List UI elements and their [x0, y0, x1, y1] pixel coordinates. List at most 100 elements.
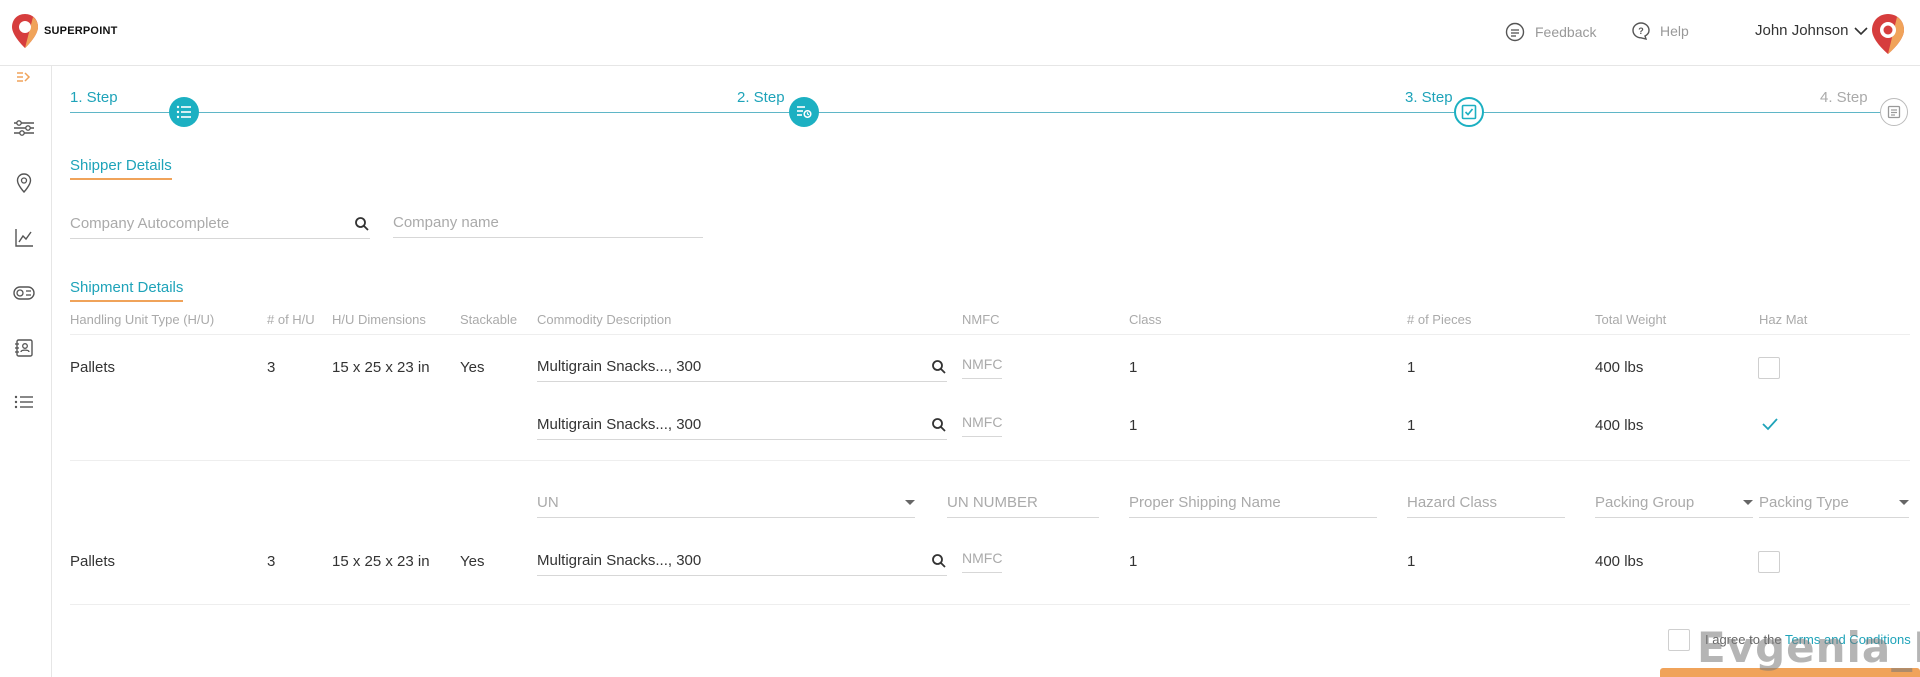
row3-hu-dimensions: 15 x 25 x 23 in: [332, 553, 430, 570]
step-4-label[interactable]: 4. Step: [1820, 89, 1868, 106]
row3-class: 1: [1129, 553, 1138, 570]
step-1-node[interactable]: [169, 97, 199, 127]
brand-name: SUPERPOINT: [44, 25, 118, 37]
row2-weight: 400 lbs: [1595, 417, 1644, 434]
truck-list-icon: [797, 106, 812, 119]
column-header-hu-type: Handling Unit Type (H/U): [70, 312, 215, 327]
document-icon: [1887, 105, 1901, 119]
ticket-icon[interactable]: [13, 282, 35, 304]
dropdown-arrow-icon: [1899, 500, 1909, 505]
company-autocomplete-input[interactable]: Company Autocomplete: [70, 209, 370, 239]
company-name-input[interactable]: Company name: [393, 208, 703, 238]
step-4-node[interactable]: [1880, 98, 1908, 126]
hazard-class-input[interactable]: Hazard Class: [1407, 488, 1565, 518]
search-icon[interactable]: [931, 553, 947, 569]
column-header-total-weight: Total Weight: [1595, 312, 1667, 327]
row2-nmfc-input[interactable]: NMFC: [962, 407, 1002, 437]
proper-shipping-name-input[interactable]: Proper Shipping Name: [1129, 488, 1377, 518]
un-number-placeholder: UN NUMBER: [947, 494, 1038, 511]
header-divider: [70, 334, 1910, 335]
search-icon[interactable]: [354, 216, 370, 232]
chevron-down-icon: [1854, 26, 1868, 35]
row2-commodity-input[interactable]: Multigrain Snacks..., 300: [537, 410, 947, 440]
hazard-class-placeholder: Hazard Class: [1407, 494, 1498, 511]
step-3-node[interactable]: [1454, 97, 1484, 127]
row2-hazmat-check-icon[interactable]: [1761, 416, 1779, 432]
row1-hu-count: 3: [267, 359, 276, 376]
step-3-label[interactable]: 3. Step: [1405, 89, 1453, 106]
row1-hu-type: Pallets: [70, 359, 116, 376]
column-header-hu-count: # of H/U: [267, 312, 315, 327]
row1-hu-dimensions: 15 x 25 x 23 in: [332, 359, 430, 376]
company-autocomplete-placeholder: Company Autocomplete: [70, 215, 230, 232]
row2-pieces: 1: [1407, 417, 1416, 434]
user-menu[interactable]: John Johnson: [1755, 22, 1868, 39]
contacts-icon[interactable]: [13, 337, 35, 359]
row2-nmfc-placeholder: NMFC: [962, 413, 1003, 430]
analytics-icon[interactable]: [13, 227, 35, 249]
column-header-pieces: # of Pieces: [1407, 312, 1472, 327]
row3-nmfc-placeholder: NMFC: [962, 549, 1003, 566]
packing-group-select[interactable]: Packing Group: [1595, 488, 1753, 518]
watermark: Evgenia_L: [1697, 623, 1920, 672]
stepper-track: [70, 112, 1895, 113]
row3-hu-type: Pallets: [70, 553, 116, 570]
search-icon[interactable]: [931, 359, 947, 375]
svg-text:?: ?: [1638, 26, 1644, 36]
row2-commodity-value: Multigrain Snacks..., 300: [537, 416, 702, 433]
column-header-haz-mat: Haz Mat: [1759, 312, 1808, 327]
help-label: Help: [1660, 23, 1689, 39]
help-link[interactable]: ? Help: [1632, 22, 1689, 40]
row3-commodity-input[interactable]: Multigrain Snacks..., 300: [537, 546, 947, 576]
feedback-icon: [1505, 22, 1525, 42]
logo[interactable]: SUPERPOINT: [10, 13, 118, 49]
packing-type-select[interactable]: Packing Type: [1759, 488, 1909, 518]
row2-class: 1: [1129, 417, 1138, 434]
dropdown-arrow-icon: [905, 500, 915, 505]
row1-hazmat-checkbox[interactable]: [1758, 357, 1780, 379]
sliders-icon[interactable]: [13, 117, 35, 139]
row3-stackable: Yes: [460, 553, 485, 570]
column-header-stackable: Stackable: [460, 312, 518, 327]
company-name-placeholder: Company name: [393, 214, 499, 231]
dropdown-arrow-icon: [1743, 500, 1753, 505]
list-icon: [176, 105, 191, 119]
row1-commodity-input[interactable]: Multigrain Snacks..., 300: [537, 352, 947, 382]
row3-pieces: 1: [1407, 553, 1416, 570]
terms-checkbox[interactable]: [1668, 629, 1690, 651]
list-icon[interactable]: [13, 391, 35, 413]
shipment-details-title: Shipment Details: [70, 279, 184, 302]
row1-commodity-value: Multigrain Snacks..., 300: [537, 358, 702, 375]
packing-group-placeholder: Packing Group: [1595, 494, 1695, 511]
logo-pin-icon: [12, 14, 38, 48]
un-select[interactable]: UN: [537, 488, 915, 518]
row1-nmfc-placeholder: NMFC: [962, 355, 1003, 372]
step-2-label[interactable]: 2. Step: [737, 89, 785, 106]
user-name: John Johnson: [1755, 22, 1849, 39]
column-header-class: Class: [1129, 312, 1162, 327]
step-1-label[interactable]: 1. Step: [70, 89, 118, 106]
feedback-link[interactable]: Feedback: [1505, 22, 1596, 42]
row-divider: [70, 460, 1910, 461]
column-header-commodity: Commodity Description: [537, 312, 672, 327]
un-select-placeholder: UN: [537, 494, 559, 511]
row3-hazmat-checkbox[interactable]: [1758, 551, 1780, 573]
row1-stackable: Yes: [460, 359, 485, 376]
row3-nmfc-input[interactable]: NMFC: [962, 543, 1002, 573]
row1-pieces: 1: [1407, 359, 1416, 376]
step-2-node[interactable]: [789, 97, 819, 127]
row1-weight: 400 lbs: [1595, 359, 1644, 376]
help-icon: ?: [1632, 22, 1650, 40]
feedback-label: Feedback: [1535, 24, 1597, 40]
search-icon[interactable]: [931, 417, 947, 433]
avatar[interactable]: [1870, 13, 1906, 55]
row3-hu-count: 3: [267, 553, 276, 570]
row3-weight: 400 lbs: [1595, 553, 1644, 570]
un-number-input[interactable]: UN NUMBER: [947, 488, 1099, 518]
toggle-sidebar-icon[interactable]: [13, 66, 35, 88]
row1-nmfc-input[interactable]: NMFC: [962, 349, 1002, 379]
row1-class: 1: [1129, 359, 1138, 376]
proper-shipping-name-placeholder: Proper Shipping Name: [1129, 494, 1281, 511]
location-icon[interactable]: [13, 172, 35, 194]
sidebar: [0, 66, 52, 677]
